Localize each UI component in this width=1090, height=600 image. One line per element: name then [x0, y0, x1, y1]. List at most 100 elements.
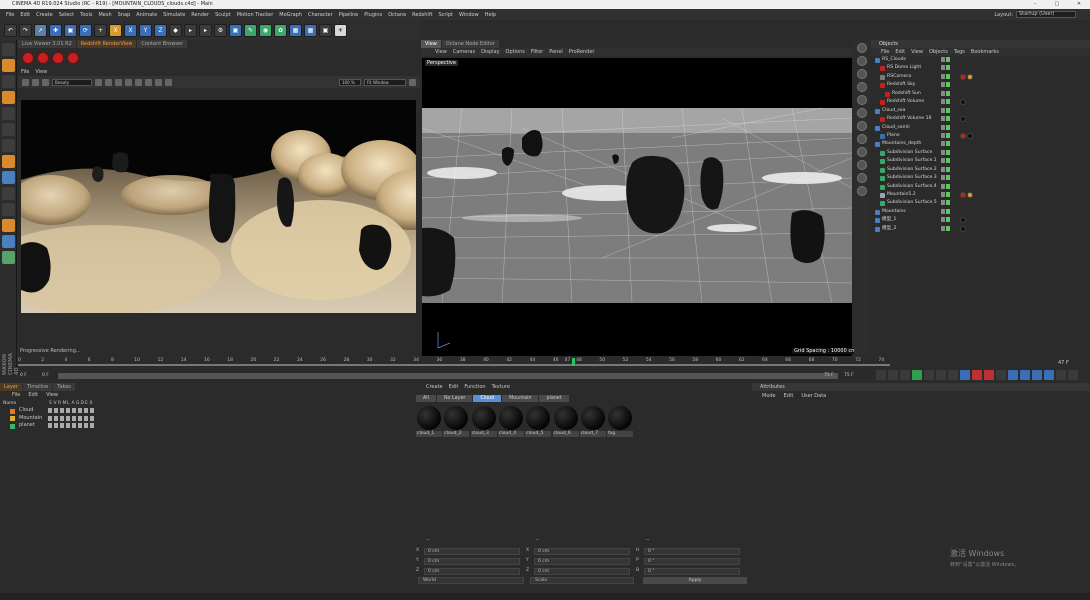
objects-menu-objects[interactable]: Objects — [929, 48, 948, 56]
visibility-flags[interactable] — [941, 158, 950, 164]
menu-mograph[interactable]: MoGraph — [276, 12, 305, 18]
render-visibility-icon[interactable] — [946, 208, 950, 214]
menu-edit[interactable]: Edit — [17, 12, 33, 18]
array-icon[interactable]: ✿ — [274, 23, 287, 37]
menu-render[interactable]: Render — [188, 12, 212, 18]
tab-octane-node-editor[interactable]: Octane Node Editor — [441, 40, 499, 48]
layer-flags[interactable] — [48, 423, 94, 428]
render-visibility-icon[interactable] — [946, 124, 950, 130]
range-end-2[interactable]: 75 F — [844, 373, 854, 378]
workplane-icon[interactable] — [2, 91, 15, 104]
visibility-flags[interactable] — [941, 90, 950, 96]
viewport-menu-cameras[interactable]: Cameras — [453, 48, 475, 56]
objects-menu-file[interactable]: File — [881, 48, 889, 56]
visibility-flags[interactable] — [941, 73, 950, 79]
objects-menu-bookmarks[interactable]: Bookmarks — [971, 48, 999, 56]
editor-visibility-icon[interactable] — [941, 208, 945, 214]
layer-flag-icon[interactable] — [84, 415, 88, 421]
object-row[interactable]: Cloud_samll — [871, 124, 1090, 132]
save-icon[interactable] — [155, 78, 162, 86]
visibility-flags[interactable] — [941, 124, 950, 130]
visibility-flags[interactable] — [941, 217, 950, 223]
editor-visibility-icon[interactable] — [941, 158, 945, 164]
cube-icon[interactable]: ▣ — [229, 23, 242, 37]
x-axis-lock-icon[interactable]: X — [109, 23, 122, 37]
layer-menu-edit[interactable]: Edit — [28, 391, 38, 400]
menu-file[interactable]: File — [3, 12, 17, 18]
layer-color-swatch[interactable] — [10, 423, 15, 429]
range-slider[interactable] — [58, 373, 838, 379]
material-preview[interactable] — [498, 406, 523, 430]
y-axis-icon[interactable]: Y — [139, 23, 152, 37]
visibility-flags[interactable] — [941, 183, 950, 189]
figure-primitive-icon[interactable] — [857, 186, 867, 196]
scale-tool-icon[interactable]: ▣ — [64, 23, 77, 37]
object-row[interactable]: 模型_1 — [871, 216, 1090, 224]
visibility-flags[interactable] — [941, 141, 950, 147]
object-row[interactable]: Redshift Sky — [871, 81, 1090, 89]
redshift-tag-icon[interactable] — [960, 132, 966, 139]
pla-key-icon[interactable] — [1056, 370, 1066, 380]
object-row[interactable]: Redshift Volume 16 — [871, 115, 1090, 123]
object-row[interactable]: Mountains_depth — [871, 140, 1090, 148]
object-row[interactable]: Redshift Volume — [871, 98, 1090, 106]
layer-row[interactable]: Mountain — [0, 415, 414, 423]
cylinder-primitive-icon[interactable] — [857, 69, 867, 79]
layer-flag-icon[interactable] — [84, 408, 88, 413]
render-visibility-icon[interactable] — [946, 192, 950, 197]
render-visibility-icon[interactable] — [946, 107, 950, 113]
menu-create[interactable]: Create — [33, 12, 56, 18]
coord-value[interactable]: 0 ° — [644, 558, 740, 565]
material-tag-icon[interactable] — [960, 217, 966, 224]
material-preview[interactable] — [526, 406, 551, 430]
points-mode-icon[interactable] — [2, 107, 15, 120]
visibility-flags[interactable] — [941, 166, 950, 172]
color-picker-icon[interactable] — [95, 78, 102, 86]
recent-tool-icon[interactable]: + — [94, 23, 107, 37]
menu-snap[interactable]: Snap — [115, 12, 134, 18]
torus-primitive-icon[interactable] — [857, 95, 867, 105]
tab-live-viewer[interactable]: Live Viewer 3.01 R2 — [18, 40, 76, 48]
object-row[interactable]: Cloud_sea — [871, 107, 1090, 115]
timeline-playhead[interactable] — [571, 358, 575, 366]
record-key-icon[interactable] — [972, 370, 982, 380]
menu-tools[interactable]: Tools — [77, 12, 95, 18]
render-visibility-icon[interactable] — [946, 149, 950, 155]
material-menu-function[interactable]: Function — [464, 383, 485, 392]
editor-visibility-icon[interactable] — [941, 166, 945, 172]
range-end[interactable]: 75 F — [824, 373, 834, 378]
editor-visibility-icon[interactable] — [941, 132, 945, 138]
visibility-flags[interactable] — [941, 116, 950, 122]
tab-timeline[interactable]: Timeline — [22, 383, 53, 391]
editor-visibility-icon[interactable] — [941, 200, 945, 206]
object-row[interactable]: Subdivision Surface.2 — [871, 166, 1090, 174]
render-visibility-icon[interactable] — [946, 65, 950, 71]
fit-dropdown[interactable]: Fit Window — [364, 78, 406, 86]
coordinate-system-icon[interactable]: ◆ — [169, 23, 182, 37]
material-swatch[interactable]: cloud_1 — [416, 405, 442, 438]
copy-icon[interactable] — [165, 78, 172, 86]
layer-flag-icon[interactable] — [54, 423, 58, 428]
editor-visibility-icon[interactable] — [941, 90, 945, 96]
menu-motion-tracker[interactable]: Motion Tracker — [234, 12, 277, 18]
locked-workplane-icon[interactable] — [2, 235, 15, 248]
rotate-tool-icon[interactable]: ⟳ — [79, 23, 92, 37]
attributes-menu-edit[interactable]: Edit — [784, 391, 794, 401]
layout-selector[interactable]: Layout: Startup (User) — [994, 11, 1076, 18]
layer-flag-icon[interactable] — [60, 408, 64, 413]
render-visibility-icon[interactable] — [946, 99, 950, 105]
previous-key-icon[interactable] — [888, 370, 898, 380]
visibility-flags[interactable] — [941, 65, 950, 71]
model-mode-icon[interactable] — [2, 59, 15, 72]
menu-animate[interactable]: Animate — [133, 12, 160, 18]
material-tag-icon[interactable] — [960, 116, 966, 123]
object-row[interactable]: RSCamera — [871, 73, 1090, 81]
texture-mode-icon[interactable] — [2, 75, 15, 88]
objects-menu-view[interactable]: View — [911, 48, 923, 56]
layer-menu-view[interactable]: View — [46, 391, 58, 400]
editor-visibility-icon[interactable] — [941, 107, 945, 113]
floor-icon[interactable]: ▦ — [304, 23, 317, 37]
layer-flag-icon[interactable] — [90, 408, 94, 413]
aov-dropdown[interactable]: Beauty — [52, 78, 92, 86]
range-start-2[interactable]: 0 F — [42, 373, 49, 378]
